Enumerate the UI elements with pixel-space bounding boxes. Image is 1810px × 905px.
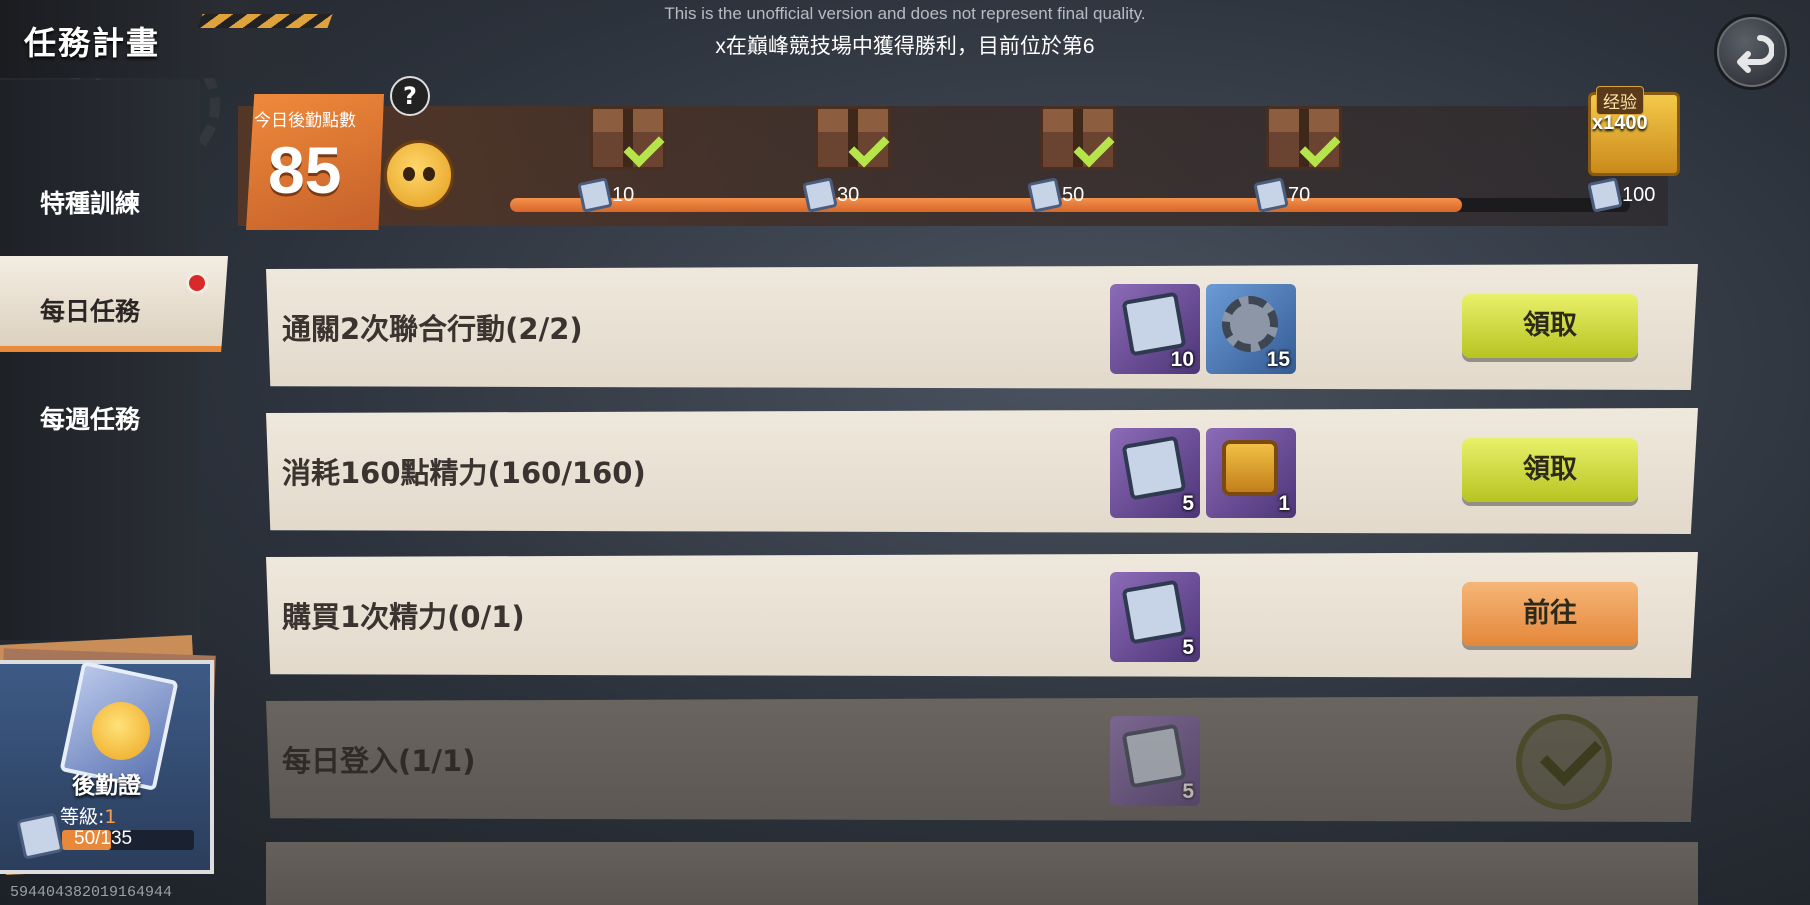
logistics-level: 等級:1 [60, 802, 117, 829]
logistics-token-icon [1121, 579, 1187, 645]
gear-material-icon [1222, 296, 1278, 352]
beta-notice: This is the unofficial version and does … [664, 4, 1146, 23]
logistics-token-icon [1253, 177, 1289, 213]
milestone-threshold: 10 [612, 184, 635, 206]
milestone-threshold: 30 [837, 184, 860, 206]
grand-reward-tag: 经验 [1596, 86, 1644, 115]
back-arrow-icon [1737, 35, 1774, 73]
reward-item[interactable]: 10 [1110, 284, 1200, 374]
task-row: 消耗160點精力(160/160) 5 1 領取 [266, 408, 1698, 534]
logistics-token-icon [577, 177, 613, 213]
level-label: 等級: [60, 806, 105, 828]
back-button[interactable] [1714, 14, 1790, 90]
reward-qty: 5 [1182, 492, 1194, 515]
reward-item[interactable]: 15 [1206, 284, 1296, 374]
grand-reward-qty: x1400 [1592, 112, 1648, 134]
xp-text: 50/135 [74, 828, 133, 849]
milestone-threshold: 50 [1062, 184, 1085, 206]
milestone-chest[interactable]: 70 [1246, 96, 1366, 216]
mascot-icon [384, 140, 454, 210]
logistics-token-icon [1121, 723, 1187, 789]
task-name: 購買1次精力(0/1) [282, 600, 525, 634]
logistics-token-icon [1121, 291, 1187, 357]
level-value: 1 [104, 806, 117, 828]
reward-item: 5 [1110, 716, 1200, 806]
logistics-token-icon [1587, 177, 1623, 213]
milestone-threshold: 70 [1288, 184, 1311, 206]
sidebar-item-weekly-tasks[interactable]: 每週任務 [40, 400, 140, 436]
logistics-token-icon [802, 177, 838, 213]
milestone-chest[interactable]: 10 [570, 96, 690, 216]
task-name: 每日登入(1/1) [282, 744, 476, 778]
task-row: 購買1次精力(0/1) 5 前往 [266, 552, 1698, 678]
reward-item[interactable]: 5 [1110, 572, 1200, 662]
reward-qty: 15 [1266, 348, 1290, 371]
notification-dot [186, 272, 208, 294]
milestone-threshold: 100 [1622, 184, 1656, 206]
milestone-chest[interactable]: 50 [1020, 96, 1140, 216]
claim-button[interactable]: 領取 [1462, 294, 1638, 358]
task-row-partial [266, 842, 1698, 905]
reward-qty: 10 [1170, 348, 1194, 371]
goto-button[interactable]: 前往 [1462, 582, 1638, 646]
reward-qty: 5 [1182, 780, 1194, 803]
task-name: 通關2次聯合行動(2/2) [282, 312, 583, 346]
reward-qty: 5 [1182, 636, 1194, 659]
user-id: 5944043820191649​44 [10, 884, 173, 901]
mascot-icon [92, 702, 150, 760]
task-row: 通關2次聯合行動(2/2) 10 15 領取 [266, 264, 1698, 390]
completed-check-icon [1516, 714, 1612, 810]
task-row-completed: 每日登入(1/1) 5 [266, 696, 1698, 822]
broadcast-message: x在巔峰競技場中獲得勝利，目前位於第6 [715, 35, 1095, 58]
logistics-token-icon [1121, 435, 1187, 501]
milestone-chest[interactable]: 30 [795, 96, 915, 216]
sidebar-item-special-training[interactable]: 特種訓練 [40, 184, 140, 220]
daily-points-value: 85 [268, 133, 342, 207]
logistics-pass-title: 後勤證 [72, 773, 141, 799]
claim-button[interactable]: 領取 [1462, 438, 1638, 502]
reward-item[interactable]: 1 [1206, 428, 1296, 518]
daily-points-label: 今日後勤點數 [254, 111, 356, 131]
reward-item[interactable]: 5 [1110, 428, 1200, 518]
task-name: 消耗160點精力(160/160) [282, 456, 646, 490]
gold-chest-icon [1222, 440, 1278, 496]
sidebar-item-daily-tasks[interactable]: 每日任務 [40, 292, 140, 328]
sidebar [0, 80, 200, 640]
logistics-token-icon [1027, 177, 1063, 213]
reward-qty: 1 [1278, 492, 1290, 515]
logistics-token-icon [16, 812, 64, 860]
help-button[interactable]: ? [390, 76, 430, 116]
